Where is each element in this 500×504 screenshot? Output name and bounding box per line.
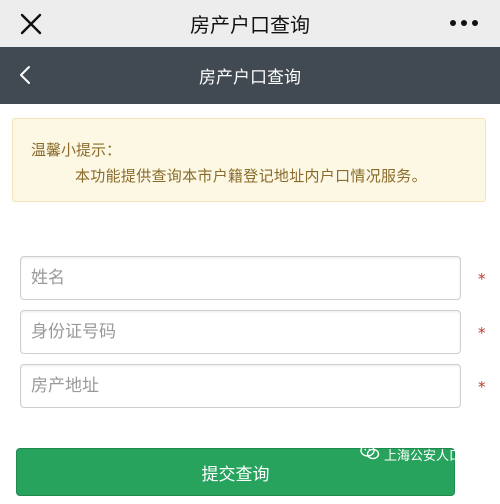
address-input[interactable] <box>20 364 461 408</box>
wechat-top-bar: 房产户口查询 <box>0 0 500 47</box>
tip-body: 本功能提供查询本市户籍登记地址内户口情况服务。 <box>75 167 427 185</box>
name-input[interactable] <box>20 256 461 300</box>
wechat-icon <box>360 444 380 464</box>
more-icon[interactable] <box>446 10 482 36</box>
more-dot <box>472 20 478 26</box>
wechat-title: 房产户口查询 <box>190 13 310 37</box>
page-title: 房产户口查询 <box>199 68 301 88</box>
required-mark: * <box>478 324 486 342</box>
more-dot <box>450 20 456 26</box>
more-dot <box>461 20 467 26</box>
id-number-input[interactable] <box>20 310 461 354</box>
page-nav-bar: 房产户口查询 <box>0 47 500 104</box>
watermark: 上海公安人口管理 <box>360 444 488 464</box>
watermark-text: 上海公安人口管理 <box>384 448 489 464</box>
tip-title: 温馨小提示： <box>31 141 122 159</box>
close-icon[interactable] <box>16 9 46 39</box>
required-mark: * <box>478 270 486 288</box>
tip-box: 温馨小提示： 本功能提供查询本市户籍登记地址内户口情况服务。 <box>12 118 486 202</box>
required-mark: * <box>478 378 486 396</box>
chevron-left-icon[interactable] <box>10 60 40 90</box>
submit-label: 提交查询 <box>201 464 270 485</box>
